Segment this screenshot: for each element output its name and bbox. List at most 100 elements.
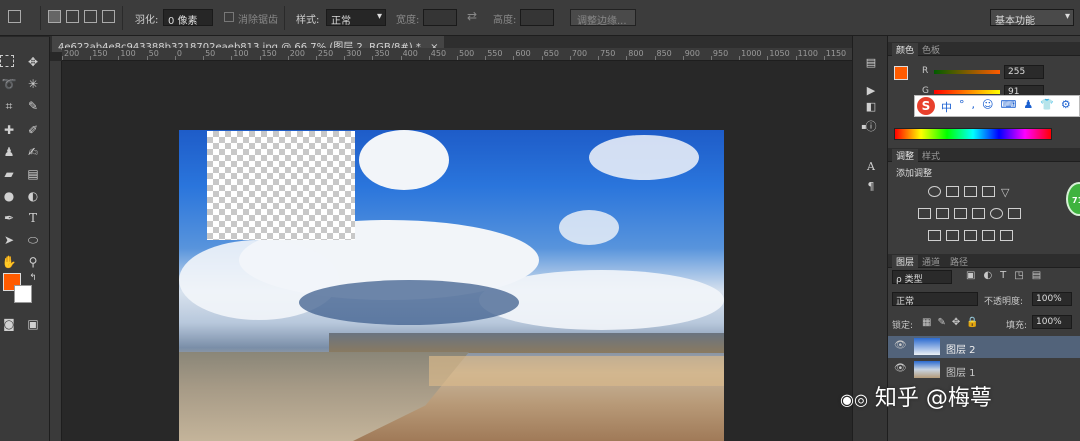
vibrance-icon[interactable]: ▽	[1001, 186, 1009, 199]
brightness-icon[interactable]	[928, 186, 941, 197]
selective-color-icon[interactable]	[982, 230, 995, 241]
layer-name[interactable]: 图层 2	[946, 341, 976, 356]
new-selection-icon[interactable]	[48, 10, 61, 23]
channel-mixer-icon[interactable]	[990, 208, 1003, 219]
tab-channels[interactable]: 通道	[922, 255, 940, 268]
color-spectrum-ramp[interactable]	[894, 128, 1052, 140]
properties-icon[interactable]: ◧	[864, 100, 878, 114]
tab-paths[interactable]: 路径	[950, 255, 968, 268]
ime-tool-icons[interactable]: °,☺⌨♟👕⚙	[959, 98, 1078, 111]
sea-water	[179, 352, 469, 441]
character-icon[interactable]: A	[864, 160, 878, 174]
eraser-icon[interactable]: ▰	[0, 165, 18, 183]
gradient-map-icon[interactable]	[1000, 230, 1013, 241]
r-value-input[interactable]: 255	[1004, 65, 1044, 79]
fill-input[interactable]: 100%	[1032, 315, 1072, 329]
g-slider[interactable]	[934, 90, 1000, 94]
healing-brush-icon[interactable]: ✚	[0, 121, 18, 139]
marquee-tool-icon[interactable]	[0, 55, 14, 67]
visibility-icon[interactable]: 👁	[894, 363, 907, 374]
hand-tool-icon[interactable]: ✋	[0, 253, 18, 271]
feather-input[interactable]: 0 像素	[163, 9, 213, 26]
clone-source-icon[interactable]: ▪	[857, 120, 871, 134]
lasso-tool-icon[interactable]: ➰	[0, 75, 18, 93]
ruler-label: 50	[205, 49, 216, 58]
threshold-icon[interactable]	[964, 230, 977, 241]
invert-icon[interactable]	[928, 230, 941, 241]
horizontal-ruler: 200 150 100 50 0 50 100 150 200 250 300 350 400 450 50…	[62, 48, 852, 61]
cloud	[559, 210, 619, 245]
tab-adjustments[interactable]: 调整	[892, 149, 919, 162]
path-selection-icon[interactable]: ➤	[0, 231, 18, 249]
blur-tool-icon[interactable]: ●	[0, 187, 18, 205]
layer-filter-icons[interactable]: ▣◐T◳▤	[966, 270, 1049, 281]
r-slider[interactable]	[934, 70, 1000, 74]
crop-tool-icon[interactable]: ⌗	[0, 97, 18, 115]
ruler-label: 550	[487, 49, 503, 58]
paragraph-icon[interactable]: ¶	[864, 180, 878, 194]
opacity-input[interactable]: 100%	[1032, 292, 1072, 306]
ruler-label: 400	[402, 49, 418, 58]
type-tool-icon[interactable]: T	[24, 209, 42, 227]
ime-logo[interactable]: S	[917, 97, 935, 115]
layer-kind-filter[interactable]: ρ 类型	[892, 270, 952, 285]
r-label: R	[922, 66, 929, 76]
magic-wand-icon[interactable]: ✳	[24, 75, 42, 93]
eyedropper-icon[interactable]: ✎	[24, 97, 42, 115]
ime-toolbar[interactable]: S 中 °,☺⌨♟👕⚙	[914, 95, 1080, 117]
width-input[interactable]	[423, 9, 457, 26]
layer-row[interactable]: 👁 图层 1	[888, 359, 1080, 381]
levels-icon[interactable]	[946, 186, 959, 197]
blend-mode-select[interactable]: 正常	[892, 292, 978, 307]
add-selection-icon[interactable]	[66, 10, 79, 23]
swap-colors-icon[interactable]: ↰	[24, 269, 42, 287]
color-lookup-icon[interactable]	[1008, 208, 1021, 219]
height-input[interactable]	[520, 9, 554, 26]
history-brush-icon[interactable]: ✍	[24, 143, 42, 161]
wechat-icon: ◉◎	[840, 390, 868, 409]
hue-saturation-icon[interactable]	[918, 208, 931, 219]
intersect-selection-icon[interactable]	[102, 10, 115, 23]
visibility-icon[interactable]: 👁	[894, 340, 907, 351]
color-foreground-swatch[interactable]	[894, 66, 908, 80]
brush-tool-icon[interactable]: ✐	[24, 121, 42, 139]
history-icon[interactable]: ▤	[864, 56, 878, 70]
lock-icons[interactable]: ▦✎✥🔒	[922, 317, 985, 328]
style-select[interactable]: 正常 ▾	[326, 9, 386, 26]
shape-tool-icon[interactable]: ⬭	[24, 231, 42, 249]
posterize-icon[interactable]	[946, 230, 959, 241]
swap-icon[interactable]: ⇄	[467, 9, 477, 23]
subtract-selection-icon[interactable]	[84, 10, 97, 23]
gradient-tool-icon[interactable]: ▤	[24, 165, 42, 183]
color-balance-icon[interactable]	[936, 208, 949, 219]
pen-tool-icon[interactable]: ✒	[0, 209, 18, 227]
photo-filter-icon[interactable]	[972, 208, 985, 219]
actions-icon[interactable]: ▶	[864, 84, 878, 98]
quick-mask-icon[interactable]: ◙	[0, 315, 18, 333]
refine-edge-button[interactable]: 调整边缘...	[570, 9, 636, 27]
clone-stamp-icon[interactable]: ♟	[0, 143, 18, 161]
fill-label: 填充:	[1006, 321, 1028, 331]
ruler-label: 450	[430, 49, 447, 58]
exposure-icon[interactable]	[982, 186, 995, 197]
chevron-down-icon: ▾	[1064, 11, 1070, 22]
screen-mode-icon[interactable]: ▣	[24, 315, 42, 333]
layer-name[interactable]: 图层 1	[946, 364, 976, 379]
workspace-select[interactable]: 基本功能 ▾	[990, 9, 1074, 26]
move-tool-icon[interactable]: ✥	[24, 53, 42, 71]
tab-color[interactable]: 颜色	[892, 43, 919, 56]
background-color-swatch[interactable]	[14, 285, 32, 303]
marquee-preset-icon[interactable]	[8, 10, 21, 23]
tab-swatches[interactable]: 色板	[922, 43, 940, 56]
layer-row[interactable]: 👁 图层 2	[888, 336, 1080, 358]
curves-icon[interactable]	[964, 186, 977, 197]
feather-label: 羽化:	[135, 15, 159, 26]
dodge-tool-icon[interactable]: ◐	[24, 187, 42, 205]
tab-layers[interactable]: 图层	[892, 255, 919, 268]
black-white-icon[interactable]	[954, 208, 967, 219]
tab-styles[interactable]: 样式	[922, 149, 940, 162]
width-label: 宽度:	[396, 15, 420, 26]
antialias-checkbox[interactable]	[224, 12, 234, 22]
ime-lang-toggle[interactable]: 中	[941, 99, 952, 115]
sand	[429, 356, 724, 386]
